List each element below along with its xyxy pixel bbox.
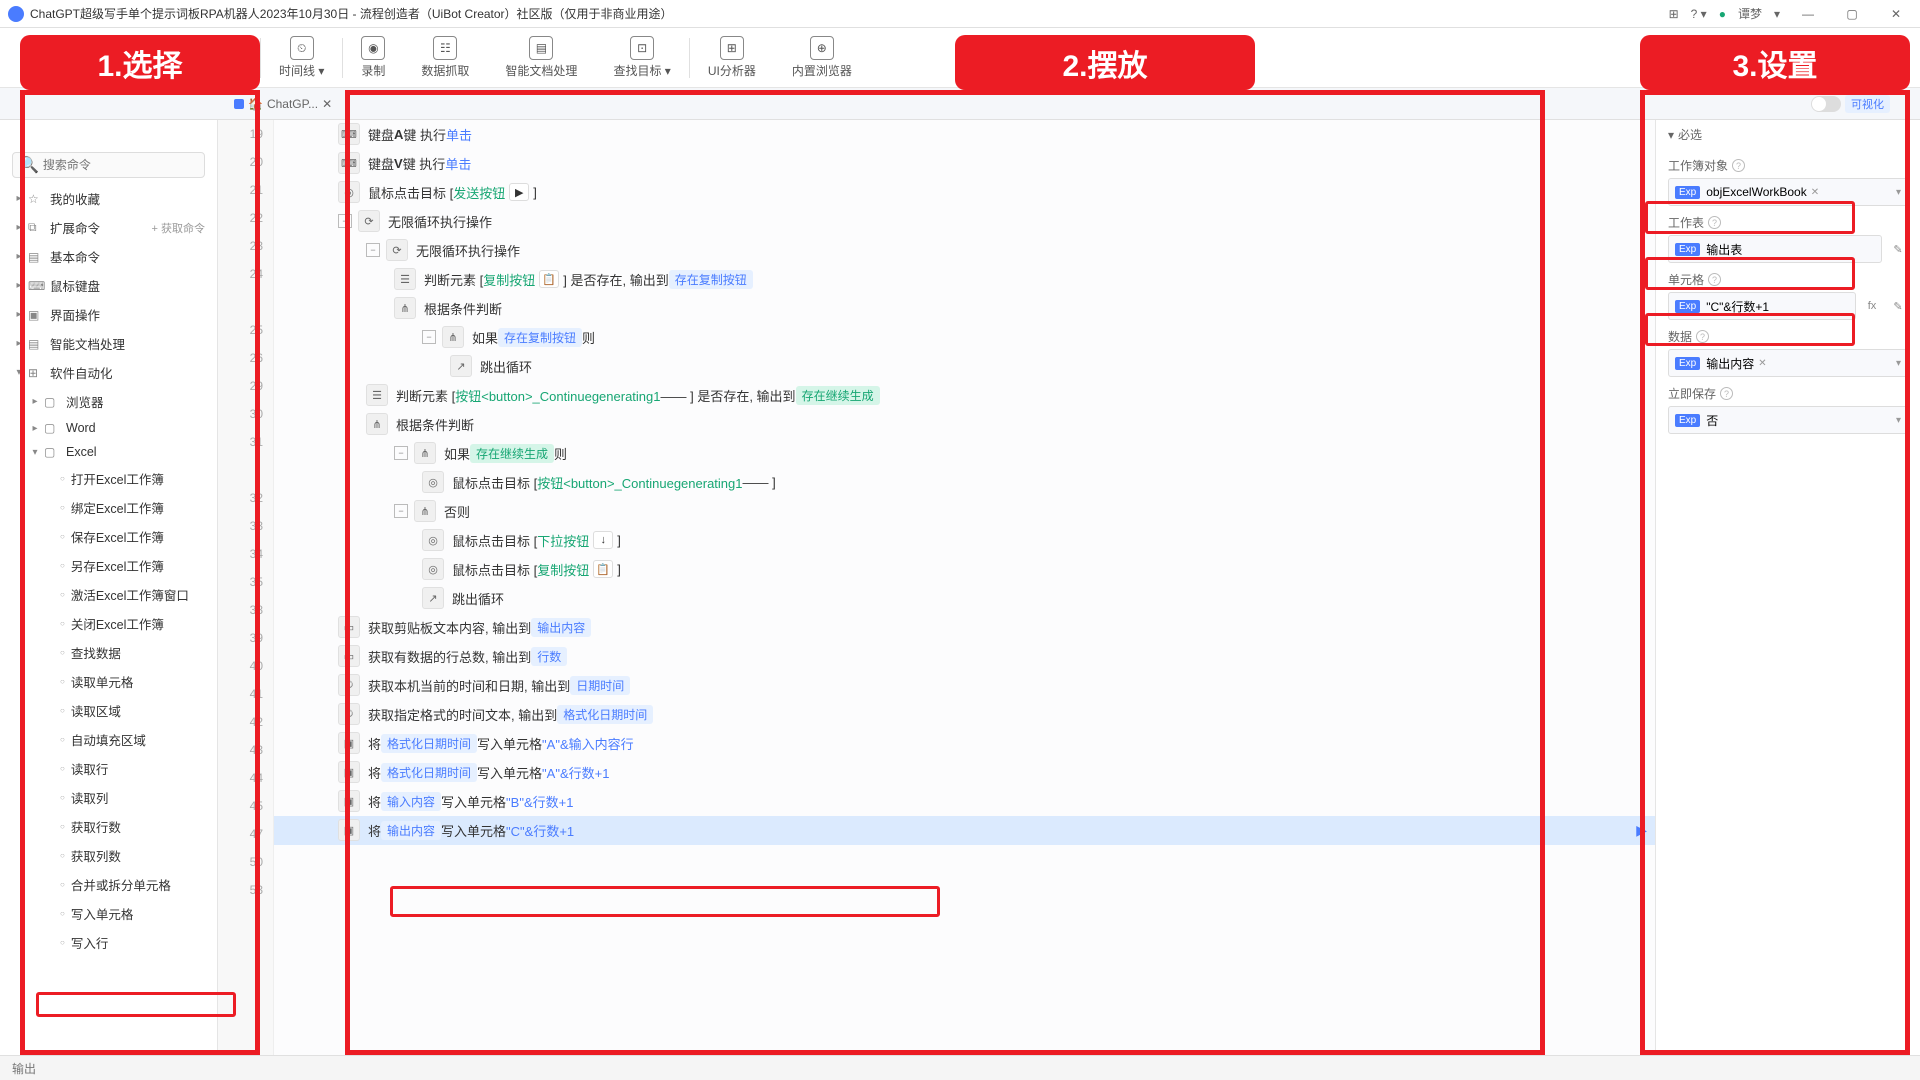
app-icon <box>8 6 24 22</box>
timeline-button[interactable]: ⏲时间线 ▾ <box>261 36 342 79</box>
minimize-button[interactable]: — <box>1792 7 1824 21</box>
record-button[interactable]: ◉录制 <box>343 36 403 79</box>
overlay-highlight-prop-sheet <box>1645 201 1855 234</box>
browser-button[interactable]: ⊕内置浏览器 <box>774 36 870 79</box>
overlay-box-1 <box>20 90 260 1055</box>
findtarget-button[interactable]: ⊡查找目标 ▾ <box>595 36 688 79</box>
overlay-highlight-code-line <box>390 886 940 917</box>
window-title: ChatGPT超级写手单个提示词板RPA机器人2023年10月30日 - 流程创… <box>30 5 673 22</box>
uianalyzer-button[interactable]: ⊞UI分析器 <box>690 36 774 79</box>
user-name[interactable]: 谭梦 <box>1738 5 1762 22</box>
close-button[interactable]: ✕ <box>1880 7 1912 21</box>
maximize-button[interactable]: ▢ <box>1836 7 1868 21</box>
bottom-bar: 输出 <box>0 1055 1920 1080</box>
overlay-box-3 <box>1640 90 1910 1055</box>
overlay-banner-3: 3.设置 <box>1640 35 1910 90</box>
overlay-highlight-prop-cell <box>1645 257 1855 290</box>
title-bar: ChatGPT超级写手单个提示词板RPA机器人2023年10月30日 - 流程创… <box>0 0 1920 28</box>
overlay-highlight-prop-data <box>1645 313 1855 346</box>
overlay-banner-2: 2.摆放 <box>955 35 1255 90</box>
apps-icon[interactable]: ⊞ <box>1669 7 1679 21</box>
help-icon[interactable]: ? ▾ <box>1691 7 1707 21</box>
data-button[interactable]: ☷数据抓取 <box>403 36 487 79</box>
overlay-banner-1: 1.选择 <box>20 35 260 90</box>
output-tab[interactable]: 输出 <box>12 1060 36 1077</box>
autodoc-button[interactable]: ▤智能文档处理 <box>487 36 595 79</box>
overlay-highlight-sidebar-item <box>36 992 236 1017</box>
